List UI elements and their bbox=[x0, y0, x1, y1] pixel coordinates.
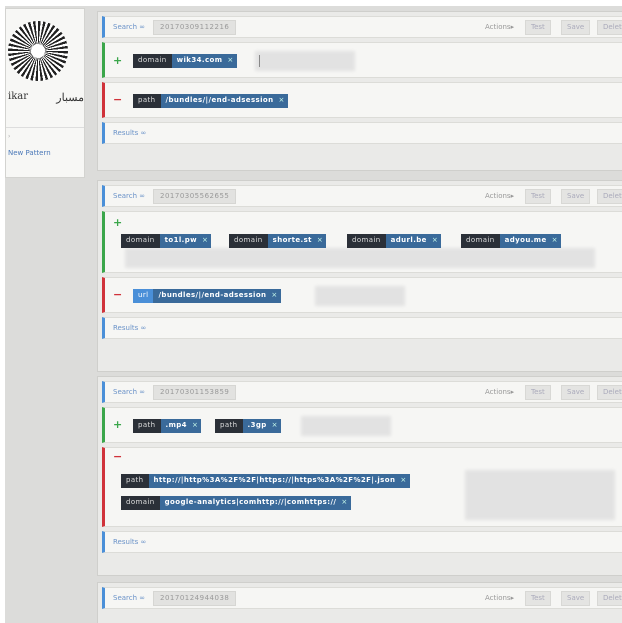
include-row: + domain wik34.com × bbox=[102, 42, 622, 78]
remove-tag-icon[interactable]: × bbox=[316, 234, 327, 248]
test-button[interactable]: Test bbox=[525, 20, 551, 35]
remove-tag-icon[interactable]: × bbox=[227, 54, 237, 68]
remove-tag-icon[interactable]: × bbox=[341, 496, 351, 510]
sidebar-card: ikar مسبار › New Pattern bbox=[5, 8, 85, 178]
tag[interactable]: path .3gp × bbox=[215, 419, 281, 433]
pattern-block: Search ∞ 20170309112216 Actions▸ Test Sa… bbox=[97, 11, 622, 171]
logo-text: ikar مسبار bbox=[8, 91, 84, 104]
search-label[interactable]: Search ∞ bbox=[113, 192, 145, 200]
results-row: Results ∞ bbox=[102, 317, 622, 339]
search-row: Search ∞ 20170309112216 Actions▸ Test Sa… bbox=[102, 16, 622, 38]
results-row: Results ∞ bbox=[102, 122, 622, 144]
search-row: Search ∞ 20170305562655 Actions▸ Test Sa… bbox=[102, 185, 622, 207]
text-cursor bbox=[259, 55, 260, 67]
results-row: Results ∞ bbox=[102, 531, 622, 553]
search-label[interactable]: Search ∞ bbox=[113, 23, 145, 31]
tag[interactable]: path .mp4 × bbox=[133, 419, 202, 433]
pattern-block: Search ∞ 20170305562655 Actions▸ Test Sa… bbox=[97, 180, 622, 372]
remove-tag-icon[interactable]: × bbox=[431, 234, 442, 248]
delete-button[interactable]: Delet bbox=[597, 591, 622, 606]
include-row: + path .mp4 × path .3gp × bbox=[102, 407, 622, 443]
tag[interactable]: domain wik34.com × bbox=[133, 54, 237, 68]
results-label[interactable]: Results ∞ bbox=[113, 538, 146, 546]
search-label[interactable]: Search ∞ bbox=[113, 594, 145, 602]
search-row: Search ∞ 20170124944038 Actions▸ Test Sa… bbox=[102, 587, 622, 609]
include-row: + domain to1l.pw × domain shorte.st × do… bbox=[102, 211, 622, 273]
actions-label: Actions▸ bbox=[485, 594, 515, 602]
delete-button[interactable]: Delet bbox=[597, 20, 622, 35]
tag[interactable]: domain adurl.be × bbox=[347, 234, 442, 248]
spiral-logo-icon bbox=[8, 21, 68, 81]
remove-tag-icon[interactable]: × bbox=[551, 234, 561, 248]
search-id[interactable]: 20170301153859 bbox=[153, 385, 237, 400]
remove-tag-icon[interactable]: × bbox=[278, 94, 288, 108]
remove-tag-icon[interactable]: × bbox=[271, 419, 281, 433]
search-id[interactable]: 20170309112216 bbox=[153, 20, 237, 35]
remove-tag-icon[interactable]: × bbox=[191, 419, 202, 433]
screen: ikar مسبار › New Pattern Search ∞ 201703… bbox=[5, 6, 622, 623]
exclude-row: − path http://|http%3A%2F%2F|https://|ht… bbox=[102, 447, 622, 527]
actions-label: Actions▸ bbox=[485, 388, 515, 396]
tag[interactable]: url /bundles/|/end-adsession × bbox=[133, 289, 281, 303]
exclude-row: − url /bundles/|/end-adsession × bbox=[102, 277, 622, 313]
search-label[interactable]: Search ∞ bbox=[113, 388, 145, 396]
search-id[interactable]: 20170305562655 bbox=[153, 189, 237, 204]
delete-button[interactable]: Delet bbox=[597, 189, 622, 204]
tag[interactable]: path /bundles/|/end-adsession × bbox=[133, 94, 288, 108]
actions-label: Actions▸ bbox=[485, 192, 515, 200]
results-label[interactable]: Results ∞ bbox=[113, 129, 146, 137]
minus-icon[interactable]: − bbox=[113, 450, 122, 463]
tag[interactable]: domain adyou.me × bbox=[461, 234, 561, 248]
save-button[interactable]: Save bbox=[561, 385, 591, 400]
remove-tag-icon[interactable]: × bbox=[400, 474, 410, 488]
remove-tag-icon[interactable]: × bbox=[271, 289, 281, 303]
plus-icon[interactable]: + bbox=[113, 54, 122, 67]
logo-latin: ikar bbox=[8, 91, 28, 102]
plus-icon[interactable]: + bbox=[113, 418, 122, 431]
plus-icon[interactable]: + bbox=[113, 216, 122, 229]
save-button[interactable]: Save bbox=[561, 189, 591, 204]
test-button[interactable]: Test bbox=[525, 591, 551, 606]
tag[interactable]: domain google-analytics|comhttp://|comht… bbox=[121, 496, 351, 510]
delete-button[interactable]: Delet bbox=[597, 385, 622, 400]
new-pattern-link[interactable]: New Pattern bbox=[8, 149, 51, 157]
pattern-block: Search ∞ 20170301153859 Actions▸ Test Sa… bbox=[97, 376, 622, 576]
save-button[interactable]: Save bbox=[561, 591, 591, 606]
tag[interactable]: path http://|http%3A%2F%2F|https://|http… bbox=[121, 474, 410, 488]
remove-tag-icon[interactable]: × bbox=[202, 234, 212, 248]
exclude-row: − path /bundles/|/end-adsession × bbox=[102, 82, 622, 118]
logo-arabic: مسبار bbox=[56, 91, 84, 104]
actions-label: Actions▸ bbox=[485, 23, 515, 31]
test-button[interactable]: Test bbox=[525, 189, 551, 204]
test-button[interactable]: Test bbox=[525, 385, 551, 400]
search-id[interactable]: 20170124944038 bbox=[153, 591, 237, 606]
pattern-block: Search ∞ 20170124944038 Actions▸ Test Sa… bbox=[97, 582, 622, 623]
search-row: Search ∞ 20170301153859 Actions▸ Test Sa… bbox=[102, 381, 622, 403]
divider bbox=[6, 127, 84, 128]
minus-icon[interactable]: − bbox=[113, 93, 122, 106]
results-label[interactable]: Results ∞ bbox=[113, 324, 146, 332]
tag[interactable]: domain shorte.st × bbox=[229, 234, 327, 248]
tag[interactable]: domain to1l.pw × bbox=[121, 234, 212, 248]
save-button[interactable]: Save bbox=[561, 20, 591, 35]
chevron-icon: › bbox=[8, 133, 11, 140]
minus-icon[interactable]: − bbox=[113, 288, 122, 301]
